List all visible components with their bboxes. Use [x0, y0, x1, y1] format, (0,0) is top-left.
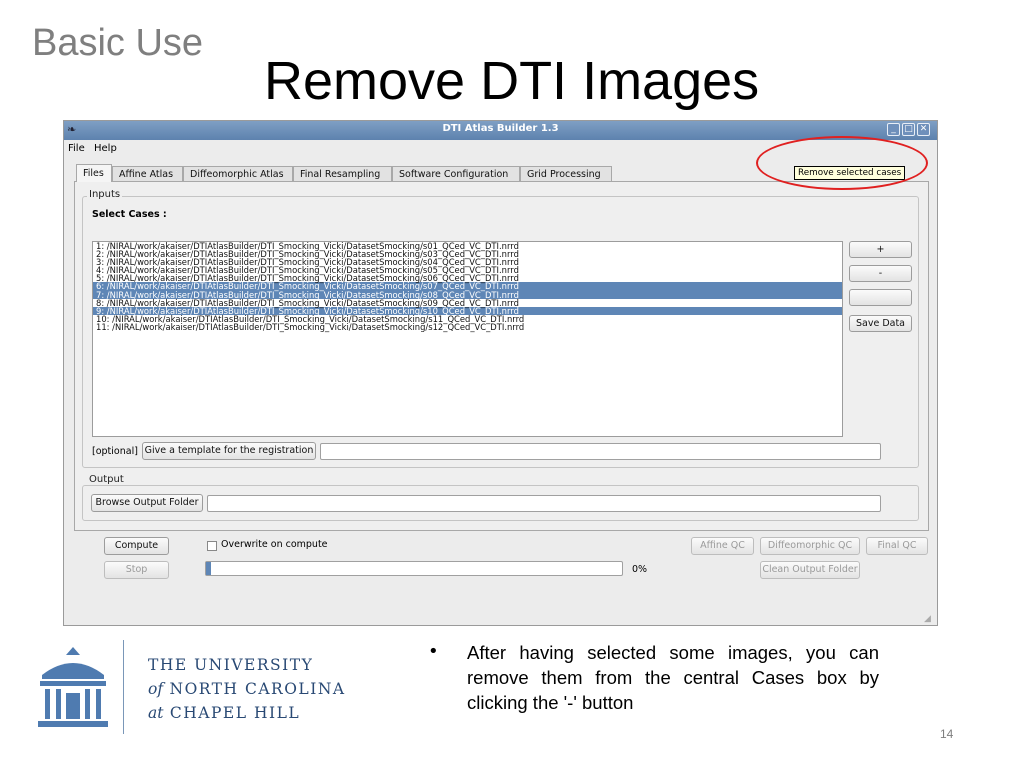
affine-qc-button[interactable]: Affine QC [691, 537, 754, 555]
add-cases-button[interactable]: + [849, 241, 912, 258]
select-cases-label: Select Cases : [92, 209, 167, 220]
page-number: 14 [940, 727, 954, 741]
window-title: DTI Atlas Builder 1.3 [442, 123, 559, 134]
slide-title: Remove DTI Images [264, 51, 760, 111]
stop-button[interactable]: Stop [104, 561, 169, 579]
tab-software-configuration[interactable]: Software Configuration [392, 166, 520, 181]
compute-button[interactable]: Compute [104, 537, 169, 555]
clean-output-button[interactable]: Clean Output Folder [760, 561, 860, 579]
tab-files[interactable]: Files [76, 164, 112, 182]
template-button[interactable]: Give a template for the registration [142, 442, 316, 460]
university-line-3-prefix: at [148, 704, 164, 722]
final-qc-button[interactable]: Final QC [866, 537, 928, 555]
close-icon[interactable]: ✕ [917, 123, 930, 136]
app-window: ❧ DTI Atlas Builder 1.3 _ □ ✕ File Help … [63, 120, 938, 626]
university-line-3-name: CHAPEL HILL [169, 704, 301, 722]
template-input[interactable] [320, 443, 881, 460]
bullet-marker: • [428, 641, 439, 662]
university-line-1: THE UNIVERSITY [148, 656, 314, 674]
browse-output-button[interactable]: Browse Output Folder [91, 494, 203, 512]
logo-divider [123, 640, 124, 734]
university-line-2-prefix: of [148, 680, 164, 698]
overwrite-label: Overwrite on compute [221, 539, 328, 550]
cases-list[interactable]: 1: /NIRAL/work/akaiser/DTIAtlasBuilder/D… [92, 241, 843, 437]
progress-text: 0% [632, 564, 648, 575]
section-title: Basic Use [32, 22, 204, 64]
tab-affine-atlas[interactable]: Affine Atlas [112, 166, 183, 181]
maximize-icon[interactable]: □ [902, 123, 915, 136]
progress-fill [206, 562, 211, 575]
load-data-button[interactable] [849, 289, 912, 306]
title-bar[interactable]: ❧ DTI Atlas Builder 1.3 _ □ ✕ [64, 121, 937, 140]
output-group-label: Output [87, 474, 126, 485]
highlight-circle [756, 136, 928, 190]
output-folder-input[interactable] [207, 495, 881, 512]
university-line-3: at CHAPEL HILL [148, 704, 300, 722]
diffeomorphic-qc-button[interactable]: Diffeomorphic QC [760, 537, 860, 555]
university-line-2-name: NORTH CAROLINA [169, 680, 346, 698]
tab-final-resampling[interactable]: Final Resampling [293, 166, 392, 181]
save-data-button[interactable]: Save Data [849, 315, 912, 332]
optional-label: [optional] [92, 446, 138, 457]
inputs-group-label: Inputs [87, 189, 123, 200]
minimize-icon[interactable]: _ [887, 123, 900, 136]
overwrite-checkbox[interactable] [207, 541, 217, 551]
resize-grip-icon[interactable]: ◢ [924, 614, 934, 624]
old-well-logo-icon [38, 647, 108, 727]
menu-file[interactable]: File [68, 143, 85, 154]
progress-bar [205, 561, 623, 576]
bullet-text: After having selected some images, you c… [467, 642, 879, 713]
university-line-2: of NORTH CAROLINA [148, 680, 346, 698]
tab-grid-processing[interactable]: Grid Processing [520, 166, 612, 181]
menu-help[interactable]: Help [94, 143, 117, 154]
tab-diffeomorphic-atlas[interactable]: Diffeomorphic Atlas [183, 166, 293, 181]
case-row[interactable]: 11: /NIRAL/work/akaiser/DTIAtlasBuilder/… [93, 323, 842, 331]
remove-cases-button[interactable]: - [849, 265, 912, 282]
